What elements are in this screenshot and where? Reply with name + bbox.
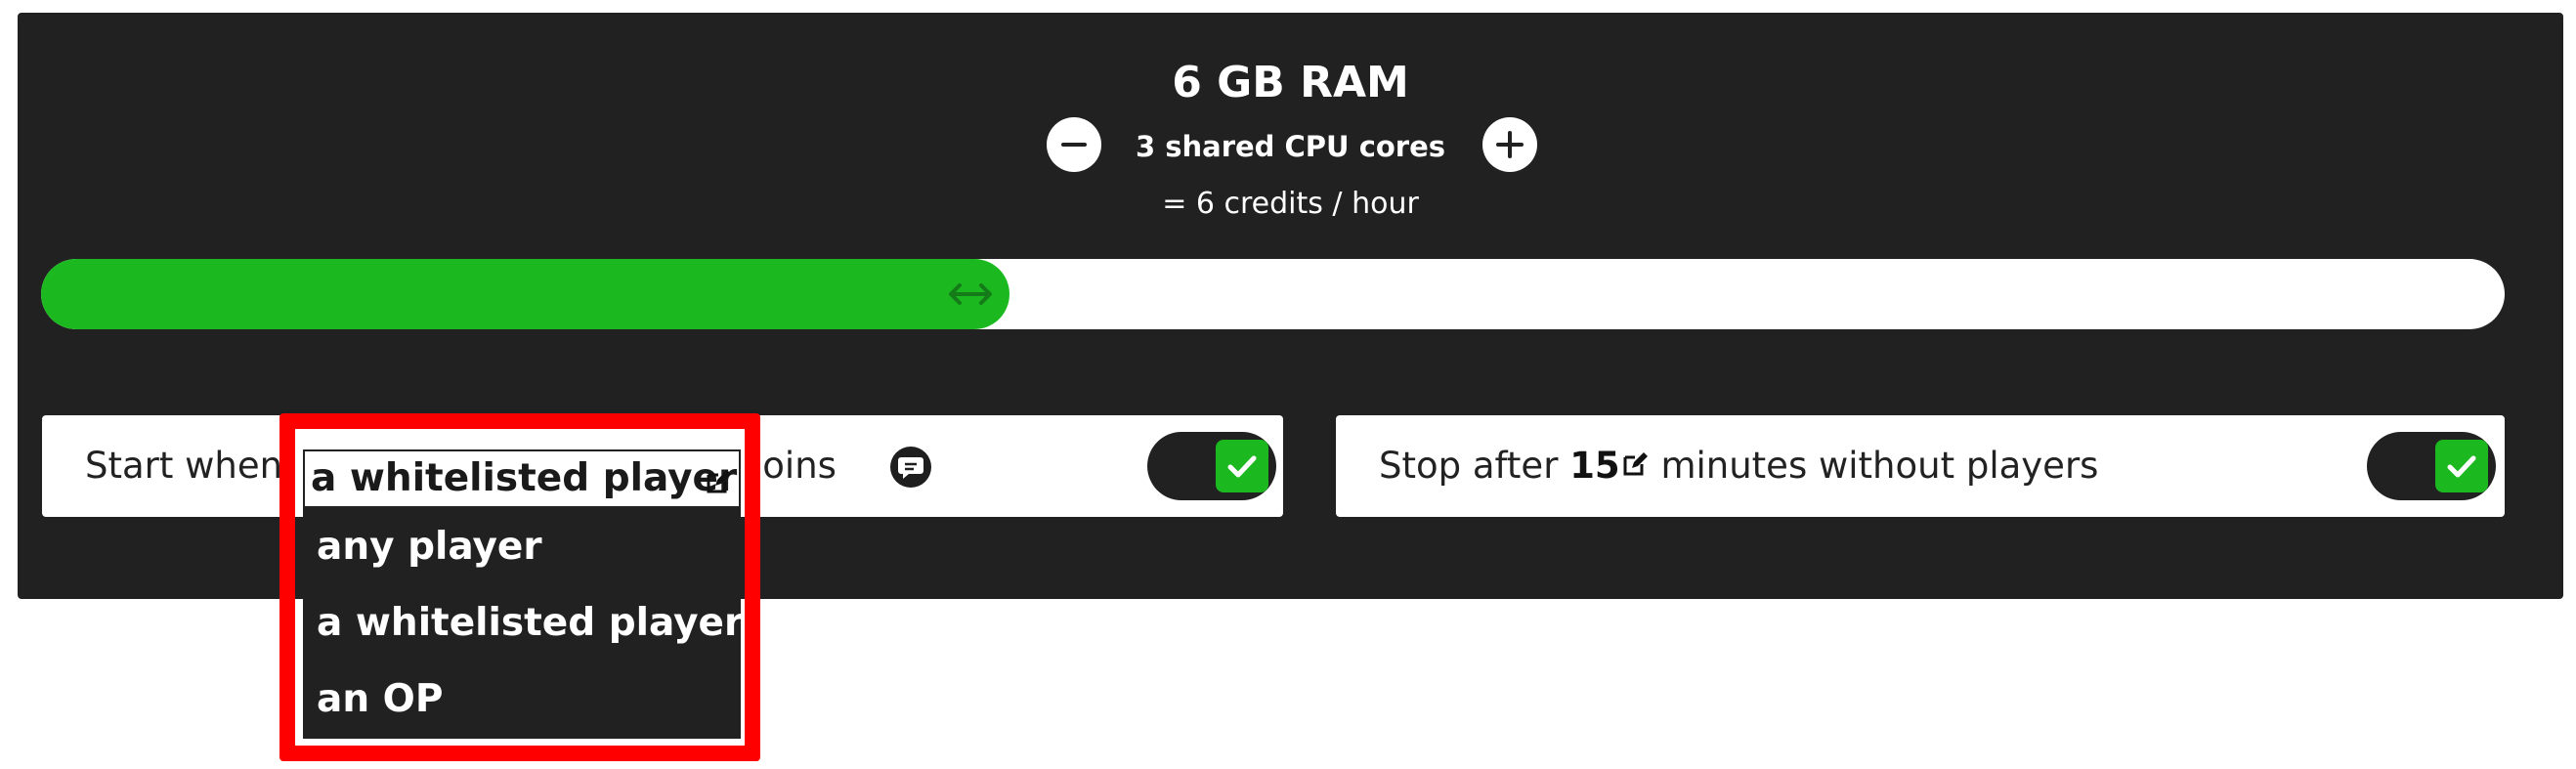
left-right-arrow-icon [949, 283, 992, 305]
cpu-cores: 3 shared CPU cores [1135, 130, 1446, 163]
check-icon [1227, 455, 1257, 478]
chat-bubble-icon[interactable] [890, 447, 931, 488]
plus-icon [1496, 131, 1524, 158]
credits-per-hour: = 6 credits / hour [1162, 187, 1419, 221]
autostop-toggle-knob [2435, 440, 2488, 492]
autostop-minutes[interactable]: 15 [1569, 445, 1620, 487]
chat-bubble-icon-glyph [898, 457, 923, 479]
ram-slider-handle[interactable] [941, 259, 1000, 329]
autostart-prefix: Start when [85, 445, 283, 487]
autostop-suffix: minutes without players [1660, 445, 2099, 487]
autostart-suffix: joins [752, 445, 837, 487]
increase-ram-button[interactable] [1482, 117, 1537, 172]
autostop-prefix: Stop after [1379, 445, 1559, 487]
check-icon [2447, 455, 2476, 478]
ram-slider-fill [41, 259, 1009, 329]
autostart-toggle-knob [1216, 440, 1268, 492]
edit-icon[interactable] [1620, 449, 1650, 479]
autostop-toggle[interactable] [2367, 432, 2496, 500]
autostop-card: Stop after 15 minutes without players [1336, 415, 2505, 517]
autostart-toggle[interactable] [1147, 432, 1276, 500]
highlight-box [279, 413, 760, 761]
ram-amount: 6 GB RAM [1172, 58, 1409, 107]
ram-slider-track[interactable] [41, 259, 2505, 329]
autostop-sentence: Stop after 15 minutes without players [1379, 415, 2098, 517]
